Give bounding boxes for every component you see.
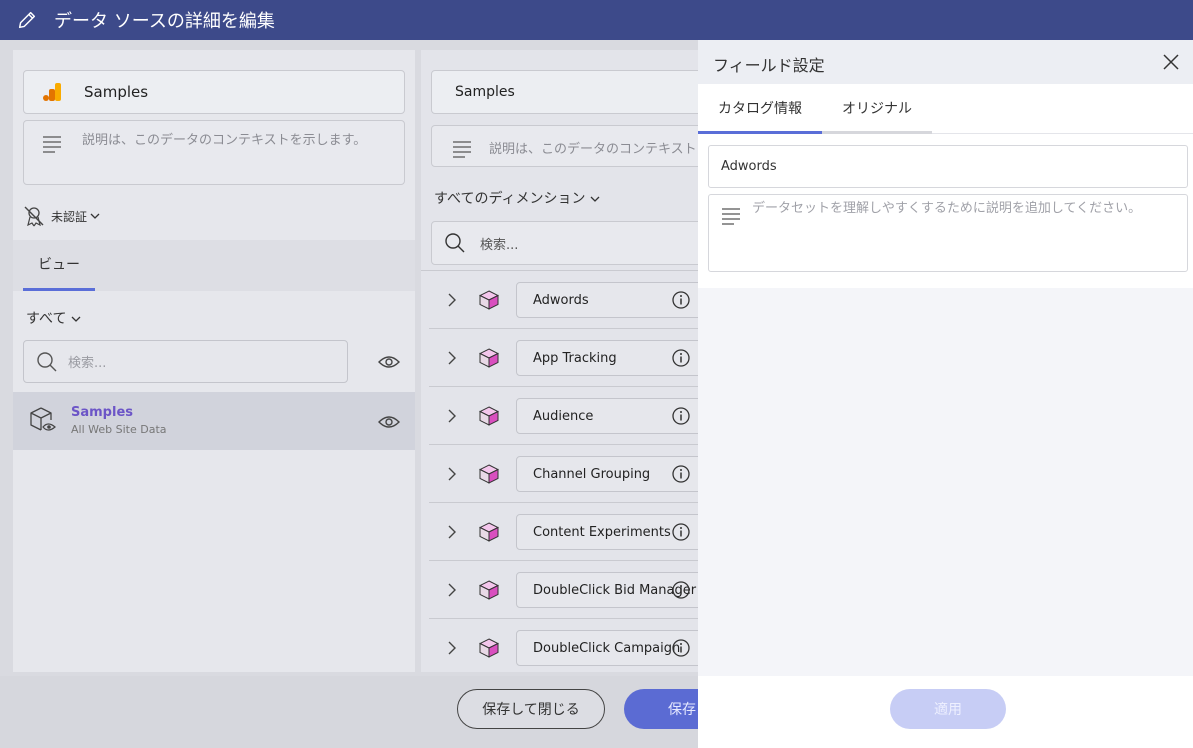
dimension-row[interactable]: App Tracking [421,329,698,387]
info-icon[interactable] [672,465,690,483]
info-icon[interactable] [672,581,690,599]
dataset-description-field[interactable]: 説明は、このデータのコンテキスト [431,125,698,167]
tab-view[interactable]: ビュー [23,240,95,291]
search-input[interactable]: 検索... [23,340,348,383]
item-subtitle: All Web Site Data [71,423,167,436]
dimension-name-field[interactable]: Channel Grouping [516,456,698,492]
tab-catalog-info[interactable]: カタログ情報 [698,84,822,134]
drawer-footer: 適用 [698,676,1193,748]
certification-dropdown[interactable]: 未認証 [23,200,100,232]
filter-label: すべて [26,311,67,327]
dimension-row[interactable]: Adwords [421,271,698,329]
middle-panel: Samples 説明は、このデータのコンテキスト すべてのディメンション 検索.… [421,50,698,672]
text-lines-icon [722,208,740,225]
dimension-row[interactable]: Content Experiments [421,503,698,561]
dimension-name-field[interactable]: Audience [516,398,698,434]
dimension-row[interactable]: Audience [421,387,698,445]
chevron-right-icon[interactable] [447,641,457,655]
save-and-close-button[interactable]: 保存して閉じる [457,689,605,729]
search-icon [37,351,57,371]
certification-label: 未認証 [51,209,88,224]
dimension-cube-icon [479,348,499,368]
dimension-name-field[interactable]: DoubleClick Campaign [516,630,698,666]
drawer-header: フィールド設定 [698,40,1193,84]
description-placeholder: 説明は、このデータのコンテキストを示します。 [82,133,367,148]
text-lines-icon [43,136,61,153]
description-placeholder: データセットを理解しやすくするために説明を追加してください。 [752,201,1142,216]
title-bar: データ ソースの詳細を編集 [0,0,1193,40]
chevron-right-icon[interactable] [447,583,457,597]
apply-button[interactable]: 適用 [890,689,1006,729]
uncertified-badge-icon [24,206,44,227]
dimension-cube-icon [479,638,499,658]
dimension-name-field[interactable]: App Tracking [516,340,698,376]
dimension-cube-icon [479,522,499,542]
dimension-filter-label: すべてのディメンション [434,191,586,207]
info-icon[interactable] [672,291,690,309]
page-title: データ ソースの詳細を編集 [54,11,275,32]
tab-original[interactable]: オリジナル [822,84,932,134]
field-settings-form: Adwords データセットを理解しやすくするために説明を追加してください。 [698,134,1193,288]
search-placeholder: 検索... [480,237,519,253]
chevron-down-icon [590,196,600,202]
item-title: Samples [71,405,133,420]
field-name-input[interactable]: Adwords [708,145,1188,188]
google-analytics-icon [43,83,61,101]
view-tabs: ビュー [13,240,415,291]
dimension-cube-icon [479,580,499,600]
eye-icon[interactable] [378,412,400,432]
dimension-name-field[interactable]: Content Experiments [516,514,698,550]
description-placeholder: 説明は、このデータのコンテキスト [489,142,697,157]
text-lines-icon [453,141,471,158]
bottom-action-bar: 保存して閉じる 保存 [0,676,744,748]
dimension-filter-dropdown[interactable]: すべてのディメンション [434,188,600,208]
cube-eye-icon [30,407,56,431]
dataset-name-field[interactable]: Samples [431,70,698,114]
chevron-right-icon[interactable] [447,293,457,307]
chevron-right-icon[interactable] [447,467,457,481]
chevron-down-icon [71,316,81,322]
info-icon[interactable] [672,523,690,541]
dimension-name-field[interactable]: Adwords [516,282,698,318]
data-source-name: Samples [84,83,149,101]
dimension-row[interactable]: DoubleClick Bid Manager [421,561,698,619]
dimension-cube-icon [479,464,499,484]
drawer-tabs: カタログ情報 オリジナル [698,84,1193,134]
chevron-right-icon[interactable] [447,351,457,365]
search-icon [445,233,465,253]
list-item[interactable]: Samples All Web Site Data [13,392,415,450]
info-icon[interactable] [672,349,690,367]
description-field[interactable]: 説明は、このデータのコンテキストを示します。 [23,120,405,185]
dimension-row[interactable]: DoubleClick Campaign [421,619,698,672]
field-description-input[interactable]: データセットを理解しやすくするために説明を追加してください。 [708,194,1188,272]
drawer-title: フィールド設定 [713,56,825,75]
info-icon[interactable] [672,407,690,425]
dimension-cube-icon [479,406,499,426]
left-panel: Samples 説明は、このデータのコンテキストを示します。 未認証 ビュー す… [13,50,415,672]
dimension-cube-icon [479,290,499,310]
eye-icon[interactable] [378,352,400,372]
field-settings-drawer: フィールド設定 カタログ情報 オリジナル Adwords データセットを理解しや… [698,40,1193,748]
chevron-right-icon[interactable] [447,525,457,539]
filter-dropdown[interactable]: すべて [26,308,81,328]
pencil-icon [18,11,36,29]
dimension-search-input[interactable]: 検索... [431,221,698,265]
info-icon[interactable] [672,639,690,657]
data-source-card[interactable]: Samples [23,70,405,114]
chevron-right-icon[interactable] [447,409,457,423]
search-placeholder: 検索... [68,356,107,371]
dimension-row[interactable]: Channel Grouping [421,445,698,503]
close-icon[interactable] [1163,54,1179,70]
chevron-down-icon [90,213,100,219]
dimension-name-field[interactable]: DoubleClick Bid Manager [516,572,698,608]
